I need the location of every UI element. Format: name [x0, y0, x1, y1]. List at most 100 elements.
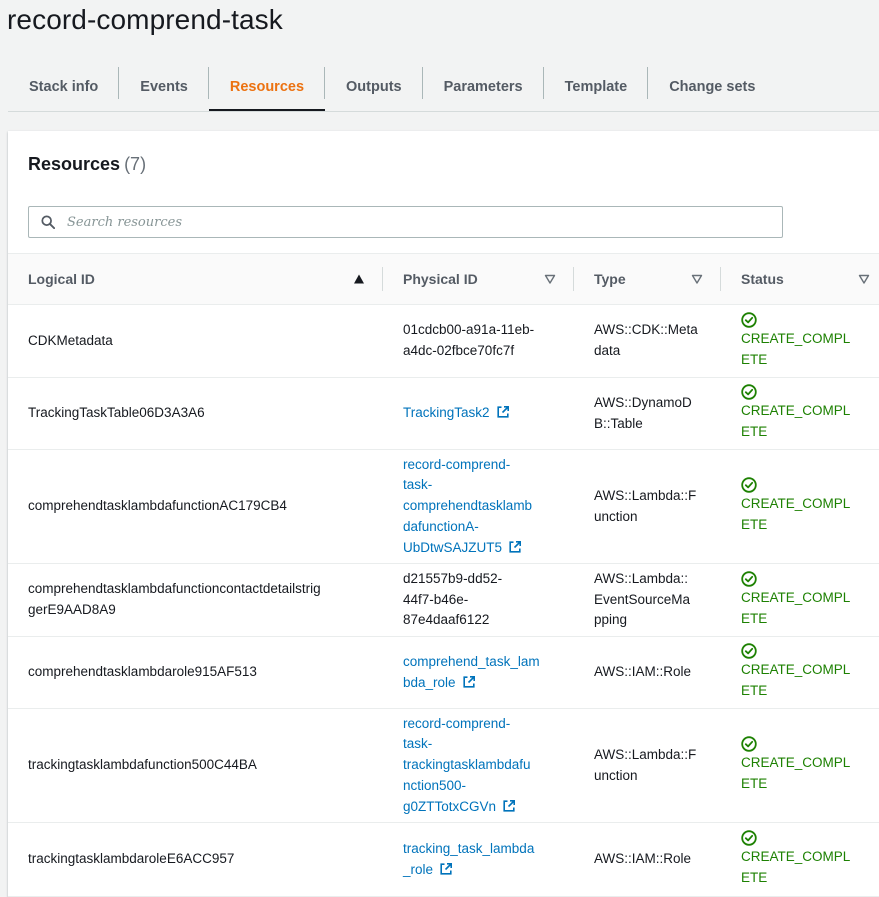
column-label: Physical ID	[403, 271, 478, 287]
status-text: ETE	[741, 351, 768, 367]
column-header-type[interactable]: Type	[574, 253, 721, 305]
physical-id-link-text: bda_role	[403, 674, 456, 690]
column-label: Logical ID	[28, 271, 95, 287]
external-link-icon	[496, 406, 509, 418]
status-cell: CREATE_COMPL ETE	[721, 822, 879, 897]
search-box[interactable]	[28, 206, 783, 238]
tabs-divider	[8, 111, 879, 112]
table-header-row: Logical ID Physical ID Type Status	[8, 253, 879, 305]
tab-stack-info[interactable]: Stack info	[8, 62, 120, 112]
table-row: CDKMetadata 01cdcb00-a91a-11eb- a4dc-02f…	[8, 304, 879, 378]
external-link-icon	[462, 675, 475, 688]
status-text: CREATE_COMPL	[741, 849, 851, 865]
type-text: EventSourceMa	[594, 591, 691, 607]
type-text: AWS::DynamoD	[594, 394, 692, 410]
table-row: comprehendtasklambdarole915AF513 compreh…	[8, 636, 879, 709]
physical-id-cell: record-comprend- task- trackingtasklambd…	[383, 708, 574, 823]
physical-id-link-text: record-comprend-	[403, 456, 511, 472]
status-cell: CREATE_COMPL ETE	[721, 377, 879, 450]
page-title: record-comprend-task	[7, 4, 283, 35]
physical-id-link-text: nction500-	[403, 777, 467, 793]
logical-id-cell: comprehendtasklambdarole915AF513	[8, 636, 383, 709]
physical-id-link[interactable]: record-comprend- task- comprehendtasklam…	[403, 455, 566, 555]
logical-id-cell: trackingtasklambdaroleE6ACC957	[8, 822, 383, 897]
type-text: AWS::CDK::Meta	[594, 322, 698, 338]
tab-change-sets[interactable]: Change sets	[648, 62, 776, 112]
status-text: ETE	[741, 776, 768, 791]
physical-id-text: 01cdcb00-a91a-11eb-	[403, 322, 535, 338]
logical-id-cell: comprehendtasklambdafunctionAC179CB4	[8, 449, 383, 564]
check-circle-icon	[741, 736, 757, 752]
physical-id-link[interactable]: tracking_task_lambda _role	[403, 839, 566, 877]
type-cell: AWS::Lambda::F unction	[574, 708, 721, 823]
physical-id-link-text: TrackingTask2	[403, 405, 490, 421]
check-circle-icon	[741, 830, 757, 846]
resources-heading: Resources (7)	[28, 154, 146, 175]
column-header-physical-id[interactable]: Physical ID	[383, 253, 574, 305]
table-row: comprehendtasklambdafunctionAC179CB4 rec…	[8, 449, 879, 564]
external-link-icon	[509, 540, 522, 553]
caret-up-icon	[354, 274, 364, 284]
column-header-status[interactable]: Status	[721, 253, 879, 305]
type-text: unction	[594, 767, 638, 783]
column-header-logical-id[interactable]: Logical ID	[8, 253, 383, 305]
tab-label: Outputs	[346, 79, 402, 95]
type-cell: AWS::DynamoD B::Table	[574, 377, 721, 450]
physical-id-link-text: task-	[403, 477, 433, 493]
type-cell: AWS::CDK::Meta data	[574, 304, 721, 378]
search-input[interactable]	[67, 214, 747, 230]
tab-label: Change sets	[669, 79, 756, 95]
physical-id-link[interactable]: TrackingTask2	[403, 405, 510, 420]
status-cell: CREATE_COMPL ETE	[721, 708, 879, 823]
physical-id-cell: tracking_task_lambda _role	[383, 822, 574, 897]
type-text: data	[594, 343, 621, 358]
type-text: pping	[594, 612, 628, 628]
status-cell: CREATE_COMPL ETE	[721, 304, 879, 378]
type-cell: AWS::IAM::Role	[574, 636, 721, 709]
column-label: Status	[741, 271, 784, 287]
status-text: ETE	[741, 683, 768, 698]
status-text: CREATE_COMPL	[741, 755, 851, 771]
status-cell: CREATE_COMPL ETE	[721, 563, 879, 637]
status-text: CREATE_COMPL	[741, 589, 851, 605]
tab-label: Stack info	[29, 79, 99, 95]
physical-id-link-text: record-comprend-	[403, 715, 511, 731]
physical-id-text: 44f7-b46e-	[403, 591, 469, 607]
status-cell: CREATE_COMPL ETE	[721, 636, 879, 709]
logical-id-cell: comprehendtasklambdafunctioncontactdetai…	[8, 563, 383, 637]
type-cell: AWS::IAM::Role	[574, 822, 721, 897]
status-text: CREATE_COMPL	[741, 403, 851, 419]
tab-template[interactable]: Template	[544, 62, 649, 112]
logical-id-cell: CDKMetadata	[8, 304, 383, 378]
type-cell: AWS::Lambda::F unction	[574, 449, 721, 564]
physical-id-cell: d21557b9-dd52- 44f7-b46e- 87e4daaf6122	[383, 563, 574, 637]
status-text: CREATE_COMPL	[741, 330, 851, 346]
tab-parameters[interactable]: Parameters	[423, 62, 544, 112]
physical-id-link-text: task-	[403, 736, 433, 752]
resources-count: (7)	[124, 154, 147, 174]
tab-label: Resources	[229, 79, 305, 95]
physical-id-cell: record-comprend- task- comprehendtasklam…	[383, 449, 574, 564]
status-text: ETE	[741, 610, 768, 626]
tab-events[interactable]: Events	[119, 62, 209, 112]
type-text: AWS::Lambda::F	[594, 487, 697, 503]
physical-id-link[interactable]: comprehend_task_lam bda_role	[403, 652, 566, 690]
tab-resources[interactable]: Resources	[208, 62, 326, 112]
physical-id-link-text: comprehend_task_lam	[403, 653, 540, 669]
check-circle-icon	[741, 384, 757, 400]
physical-id-text: d21557b9-dd52-	[403, 570, 503, 586]
tab-outputs[interactable]: Outputs	[325, 62, 423, 112]
table-row: TrackingTaskTable06D3A3A6 TrackingTask2 …	[8, 377, 879, 450]
type-cell: AWS::Lambda:: EventSourceMa pping	[574, 563, 721, 637]
physical-id-link-text: comprehendtasklamb	[403, 498, 533, 514]
table-row: trackingtasklambdaroleE6ACC957 tracking_…	[8, 822, 879, 897]
search-icon	[41, 215, 55, 229]
physical-id-link[interactable]: record-comprend- task- trackingtasklambd…	[403, 714, 566, 814]
physical-id-link-text: g0ZTTotxCGVn	[403, 798, 497, 814]
check-circle-icon	[741, 477, 757, 493]
physical-id-link-text: dafunctionA-	[403, 518, 479, 534]
check-circle-icon	[741, 312, 757, 328]
physical-id-link-text: _role	[403, 861, 434, 877]
check-circle-icon	[741, 643, 757, 659]
physical-id-link-text: UbDtwSAJZUT5	[403, 539, 503, 555]
